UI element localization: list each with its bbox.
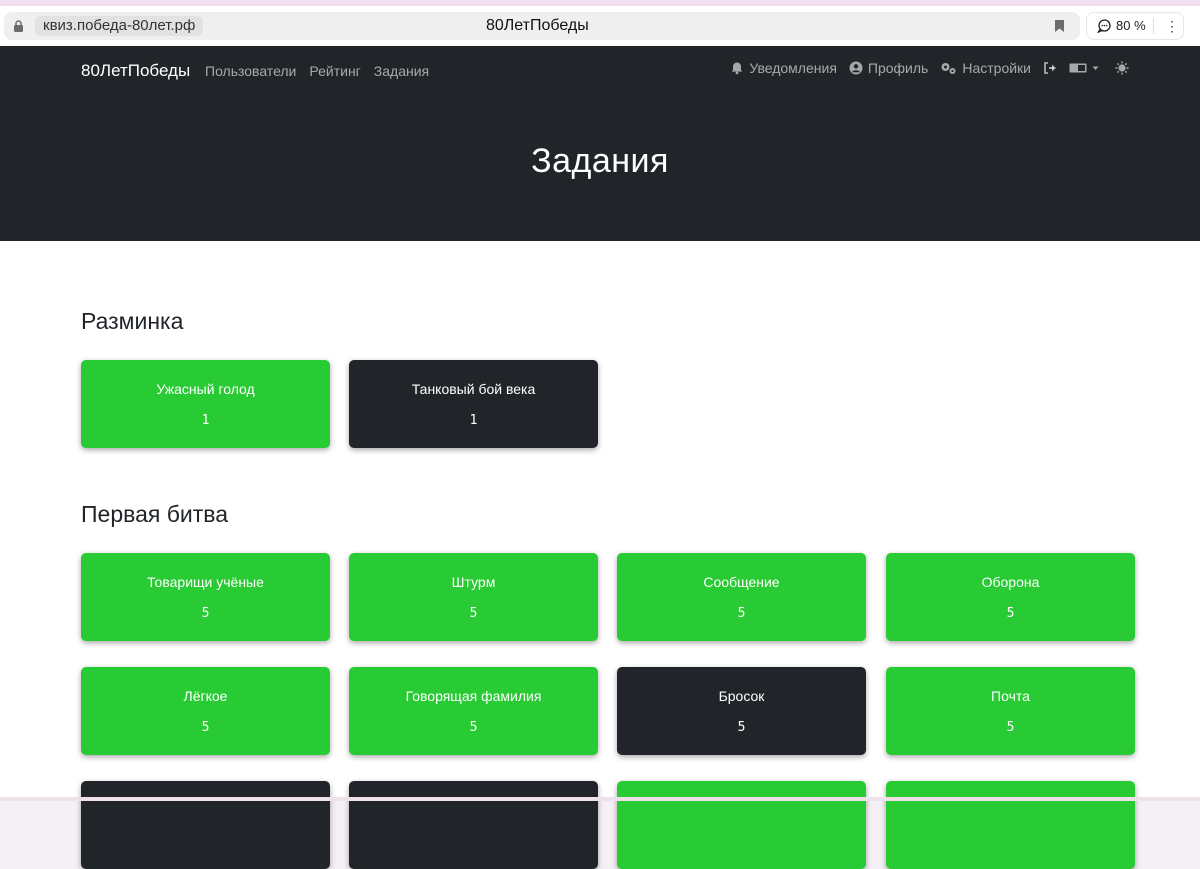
challenge-card[interactable]: Сообщение 5: [617, 553, 866, 641]
challenge-card[interactable]: Ужасный голод 1: [81, 360, 330, 448]
bell-icon: [732, 62, 743, 75]
challenge-points: 5: [737, 606, 746, 621]
language-icon: [1069, 63, 1087, 73]
nav-link-users[interactable]: Пользователи: [205, 63, 296, 79]
notifications-label: Уведомления: [749, 60, 837, 76]
nav-profile[interactable]: Профиль: [849, 60, 928, 76]
section-title-warmup: Разминка: [81, 308, 184, 334]
challenge-name: Танковый бой века: [411, 381, 536, 397]
window-bottom-edge: [0, 797, 1200, 801]
nav-notifications[interactable]: Уведомления: [730, 60, 837, 76]
caret-down-icon: [1092, 66, 1099, 70]
challenge-points: 1: [469, 413, 478, 428]
hero-title: Задания: [531, 142, 669, 180]
challenge-card-partial[interactable]: [349, 781, 598, 869]
challenge-points: 5: [737, 720, 746, 735]
challenge-points: 1: [201, 413, 210, 428]
challenge-card[interactable]: Говорящая фамилия 5: [349, 667, 598, 755]
challenge-points: 5: [469, 720, 478, 735]
logout-icon[interactable]: [1043, 61, 1057, 75]
nav-link-scoreboard[interactable]: Рейтинг: [309, 63, 360, 79]
nav-link-challenges[interactable]: Задания: [374, 63, 429, 79]
chat-bubble-icon: [1097, 19, 1111, 33]
challenge-card[interactable]: Почта 5: [886, 667, 1135, 755]
challenge-card[interactable]: Оборона 5: [886, 553, 1135, 641]
more-menu-icon[interactable]: ⋮: [1165, 18, 1179, 34]
challenges-board: Разминка Ужасный голод 1 Танковый бой ве…: [0, 241, 1200, 869]
zoom-control[interactable]: 80 % ⋮: [1086, 12, 1184, 40]
cogs-icon: [941, 63, 956, 74]
navbar-links: Пользователи Рейтинг Задания: [205, 63, 429, 79]
section-title-first-battle: Первая битва: [81, 501, 229, 527]
nav-settings[interactable]: Настройки: [940, 60, 1031, 76]
profile-label: Профиль: [867, 60, 929, 76]
challenge-points: 5: [201, 720, 210, 735]
settings-label: Настройки: [962, 60, 1031, 76]
challenge-points: 5: [201, 606, 210, 621]
header-banner: 80ЛетПобеды Пользователи Рейтинг Задания…: [0, 46, 1200, 241]
challenge-name: Ужасный голод: [156, 381, 255, 397]
zoom-divider: [1153, 18, 1154, 34]
challenge-name: Лёгкое: [183, 688, 228, 704]
challenge-card[interactable]: Танковый бой века 1: [349, 360, 598, 448]
challenge-name: Сообщение: [703, 574, 780, 590]
challenge-card[interactable]: Лёгкое 5: [81, 667, 330, 755]
challenge-name: Товарищи учёные: [147, 574, 264, 590]
challenge-card-partial[interactable]: [617, 781, 866, 869]
challenge-name: Штурм: [451, 574, 496, 590]
challenge-points: 5: [1006, 606, 1015, 621]
challenge-points: 5: [469, 606, 478, 621]
challenge-card[interactable]: Штурм 5: [349, 553, 598, 641]
challenge-name: Бросок: [718, 688, 765, 704]
challenge-name: Оборона: [981, 574, 1040, 590]
bookmark-icon[interactable]: [1054, 19, 1065, 33]
navbar-right: Уведомления Профиль Настройки: [730, 60, 1129, 76]
navbar-brand[interactable]: 80ЛетПобеды: [81, 61, 190, 81]
browser-toolbar: квиз.победа-80лет.рф 80ЛетПобеды 80 % ⋮: [0, 6, 1200, 46]
address-bar[interactable]: квиз.победа-80лет.рф 80ЛетПобеды: [4, 12, 1080, 40]
url-text[interactable]: квиз.победа-80лет.рф: [35, 16, 204, 36]
challenge-card[interactable]: Товарищи учёные 5: [81, 553, 330, 641]
page-title: 80ЛетПобеды: [486, 17, 589, 34]
challenge-name: Почта: [991, 688, 1030, 704]
challenge-points: 5: [1006, 720, 1015, 735]
challenge-card-partial[interactable]: [886, 781, 1135, 869]
language-dropdown[interactable]: [1069, 61, 1099, 75]
user-circle-icon: [849, 61, 863, 75]
theme-toggle-icon[interactable]: [1115, 61, 1129, 75]
zoom-level: 80 %: [1116, 18, 1146, 33]
challenge-card-partial[interactable]: [81, 781, 330, 869]
challenge-name: Говорящая фамилия: [405, 688, 542, 704]
challenge-card[interactable]: Бросок 5: [617, 667, 866, 755]
lock-icon: [14, 20, 23, 32]
